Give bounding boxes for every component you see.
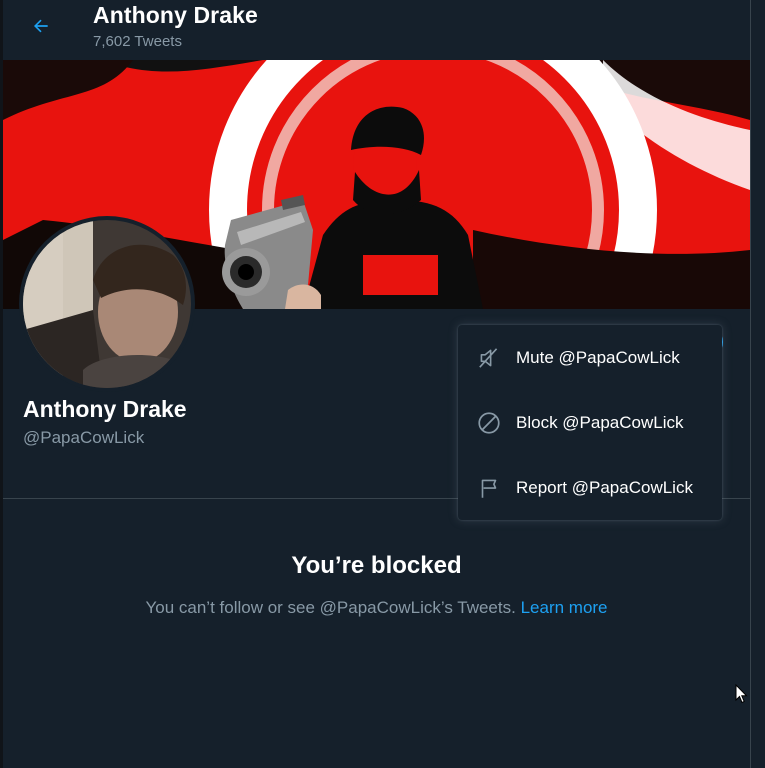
menu-item-label: Mute @PapaCowLick [516,348,680,367]
avatar-photo [23,220,191,388]
scrollbar-gutter[interactable] [751,0,765,768]
blocked-message: You can’t follow or see @PapaCowLick’s T… [3,598,750,618]
learn-more-link[interactable]: Learn more [521,598,608,617]
menu-item-block[interactable]: Block @PapaCowLick [458,390,722,455]
profile-handle: @PapaCowLick [23,428,145,447]
back-arrow-icon [34,19,48,33]
avatar[interactable] [19,216,195,392]
profile-column: Anthony Drake 7,602 Tweets Anthony Drake… [3,0,751,768]
blocked-message-text: You can’t follow or see @PapaCowLick’s T… [145,598,516,617]
menu-item-label: Report @PapaCowLick [516,478,693,497]
profile-name: Anthony Drake [23,396,187,422]
menu-item-report[interactable]: Report @PapaCowLick [458,455,722,520]
back-button[interactable] [23,8,59,44]
menu-item-mute[interactable]: Mute @PapaCowLick [458,325,722,390]
mute-icon [479,348,498,368]
tweet-count: 7,602 Tweets [93,33,182,50]
mouse-cursor-icon [735,684,748,704]
blocked-title: You’re blocked [291,552,462,579]
profile-header: Anthony Drake 7,602 Tweets [3,0,750,57]
header-name: Anthony Drake [93,2,258,28]
profile-actions-menu: Mute @PapaCowLick Block @PapaCowLick Rep… [458,325,722,520]
block-icon [478,412,500,434]
menu-item-label: Block @PapaCowLick [516,413,684,432]
flag-icon [481,479,497,498]
